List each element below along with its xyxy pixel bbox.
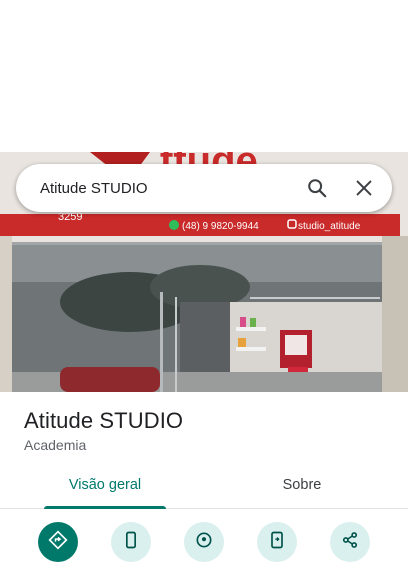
map-area	[0, 0, 408, 152]
share-icon	[342, 532, 358, 548]
send-to-phone-button[interactable]	[257, 522, 297, 562]
search-icon[interactable]	[306, 177, 328, 199]
search-input[interactable]: Atitude STUDIO	[40, 180, 392, 197]
sign-whatsapp-text: (48) 9 9820-9944	[182, 221, 259, 232]
place-tabs: Visão geral Sobre	[0, 468, 408, 509]
share-button[interactable]	[330, 522, 370, 562]
phone-icon	[126, 531, 136, 549]
close-icon[interactable]	[353, 177, 375, 199]
directions-icon	[48, 530, 68, 550]
location-icon	[196, 532, 212, 548]
place-category[interactable]: Academia	[24, 437, 86, 453]
search-bar[interactable]: Atitude STUDIO	[16, 164, 392, 212]
directions-button[interactable]	[38, 522, 78, 562]
tab-about-label: Sobre	[282, 477, 322, 493]
send-to-phone-icon	[271, 531, 283, 549]
active-tab-indicator	[44, 506, 166, 509]
nearby-button[interactable]	[184, 522, 224, 562]
sign-phone-text: 3259	[58, 211, 82, 223]
tab-overview[interactable]: Visão geral	[44, 468, 166, 509]
place-title: Atitude STUDIO	[24, 408, 184, 433]
call-button[interactable]	[111, 522, 151, 562]
sign-instagram-text: studio_atitude	[298, 221, 361, 232]
tab-overview-label: Visão geral	[68, 477, 142, 493]
tab-about[interactable]: Sobre	[244, 468, 360, 508]
